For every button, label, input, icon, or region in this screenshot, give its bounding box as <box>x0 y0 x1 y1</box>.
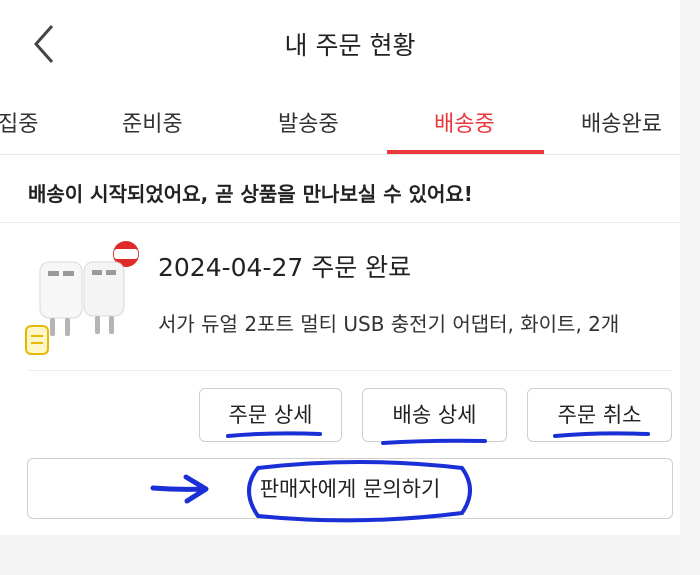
order-date-status: 2024-04-27 주문 완료 <box>158 253 412 282</box>
tab-collecting[interactable]: 집중 <box>0 106 38 138</box>
divider <box>28 370 672 371</box>
screen-edge <box>680 0 700 575</box>
shipping-notice: 배송이 시작되었어요, 곧 상품을 만나보실 수 있어요! <box>28 182 473 206</box>
order-status-screen: 내 주문 현황 집중 준비중 발송중 배송중 배송완료 배송이 시작되었어요, … <box>0 0 700 575</box>
shipping-detail-button[interactable]: 배송 상세 <box>362 388 507 442</box>
order-cancel-button[interactable]: 주문 취소 <box>527 388 672 442</box>
tab-shipping[interactable]: 배송중 <box>434 106 495 138</box>
tab-dispatching[interactable]: 발송중 <box>278 106 339 138</box>
order-detail-label: 주문 상세 <box>228 403 313 427</box>
product-name[interactable]: 서가 듀얼 2포트 멀티 USB 충전기 어댑터, 화이트, 2개 <box>158 308 619 337</box>
contact-seller-button[interactable]: 판매자에게 문의하기 <box>27 458 673 519</box>
divider <box>0 222 700 223</box>
header: 내 주문 현황 <box>0 0 700 90</box>
tab-preparing[interactable]: 준비중 <box>122 106 183 138</box>
page-title: 내 주문 현황 <box>284 31 416 60</box>
product-image[interactable] <box>22 240 142 358</box>
tab-delivered[interactable]: 배송완료 <box>581 106 662 138</box>
order-cancel-label: 주문 취소 <box>557 403 642 427</box>
shipping-detail-label: 배송 상세 <box>392 403 477 427</box>
contact-seller-label: 판매자에게 문의하기 <box>259 477 441 501</box>
order-detail-button[interactable]: 주문 상세 <box>199 388 342 442</box>
bottom-spacer <box>0 535 700 575</box>
active-tab-indicator <box>387 150 544 154</box>
status-tabs: 집중 준비중 발송중 배송중 배송완료 <box>0 90 700 155</box>
